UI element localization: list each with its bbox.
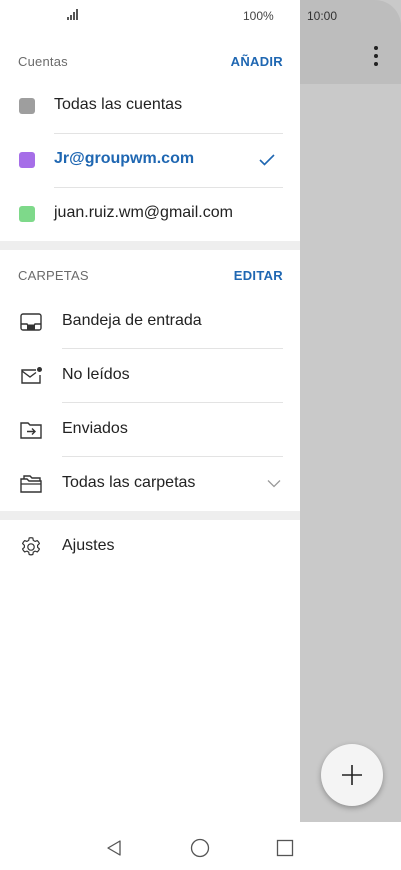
battery-percent: 100%	[243, 9, 274, 23]
chevron-down-icon[interactable]	[267, 479, 281, 488]
checkmark-icon	[259, 154, 275, 166]
home-icon[interactable]	[190, 838, 210, 858]
account-label: juan.ruiz.wm@gmail.com	[54, 204, 233, 221]
account-item-all[interactable]: Todas las cuentas	[0, 79, 300, 133]
more-options-icon[interactable]	[368, 46, 384, 68]
folder-label: Enviados	[62, 420, 128, 437]
account-color-swatch	[19, 98, 35, 114]
accounts-title: Cuentas	[18, 54, 68, 69]
section-divider	[0, 241, 300, 250]
background-navbar	[300, 822, 401, 870]
account-item-gmail[interactable]: juan.ruiz.wm@gmail.com	[0, 187, 300, 241]
account-label: Jr@groupwm.com	[54, 150, 195, 167]
account-label: Todas las cuentas	[54, 96, 183, 113]
background-app	[300, 0, 401, 870]
folder-item-inbox[interactable]: Bandeja de entrada	[0, 295, 300, 349]
add-account-button[interactable]: AÑADIR	[231, 54, 283, 69]
folder-label: No leídos	[62, 366, 130, 383]
folders-header: CARPETAS EDITAR	[18, 266, 283, 286]
recents-icon[interactable]	[276, 839, 294, 857]
folder-label: Todas las carpetas	[62, 474, 196, 491]
plus-icon	[342, 765, 362, 785]
section-divider	[0, 511, 300, 520]
inbox-icon	[20, 313, 42, 331]
status-time: 10:00	[307, 9, 338, 23]
signal-icon	[67, 8, 81, 20]
folder-item-sent[interactable]: Enviados	[0, 403, 300, 457]
system-navbar	[0, 822, 300, 870]
edit-folders-button[interactable]: EDITAR	[234, 268, 283, 283]
settings-item[interactable]: Ajustes	[0, 520, 300, 574]
gear-icon	[21, 537, 41, 556]
back-icon[interactable]	[105, 839, 123, 857]
settings-label: Ajustes	[62, 537, 115, 554]
folder-item-unread[interactable]: No leídos	[0, 349, 300, 403]
all-folders-icon	[20, 475, 42, 493]
accounts-header: Cuentas AÑADIR	[18, 52, 283, 72]
sent-folder-icon	[20, 422, 42, 439]
account-item-groupwm[interactable]: Jr@groupwm.com	[0, 133, 300, 187]
unread-mail-icon	[21, 367, 42, 384]
folder-item-all-folders[interactable]: Todas las carpetas	[0, 457, 300, 511]
navigation-drawer: 100% Cuentas AÑADIR Todas las cuentas Jr…	[0, 0, 300, 870]
folder-label: Bandeja de entrada	[62, 312, 202, 329]
compose-button[interactable]	[321, 744, 383, 806]
account-color-swatch	[19, 152, 35, 168]
account-color-swatch	[19, 206, 35, 222]
folders-title: CARPETAS	[18, 268, 89, 283]
